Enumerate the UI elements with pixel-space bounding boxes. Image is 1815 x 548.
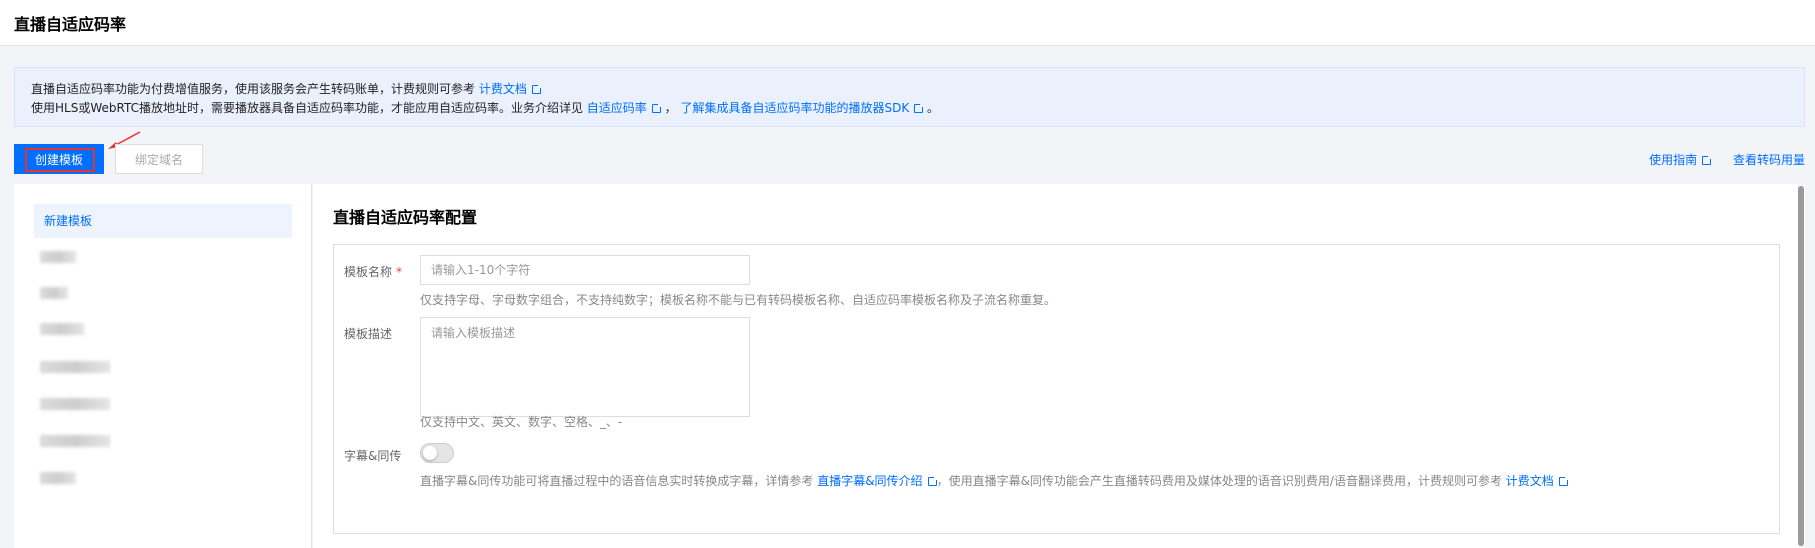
template-item-new[interactable]: 新建模板 (34, 204, 292, 238)
external-link-icon (651, 102, 663, 113)
desc-label: 模板描述 (344, 327, 393, 341)
name-hint: 仅支持字母、字母数字组合，不支持纯数字；模板名称不能与已有转码模板名称、自适应码… (420, 293, 1057, 307)
subtitle-intro-link[interactable]: 直播字幕&同传介绍 (817, 474, 939, 488)
banner-line-2: 使用HLS或WebRTC播放地址时，需要播放器具备自适应码率功能，才能应用自适应… (31, 101, 940, 115)
external-link-icon (531, 83, 543, 94)
template-item-blurred[interactable] (40, 472, 76, 484)
highlight-box (25, 148, 95, 172)
subtitle-hint: 直播字幕&同传功能可将直播过程中的语音信息实时转换成字幕，详情参考 直播字幕&同… (420, 472, 1570, 489)
top-bar: 直播自适应码率 (0, 0, 1815, 46)
template-item-blurred[interactable] (40, 287, 68, 299)
create-template-button[interactable]: 创建模板 (14, 144, 104, 174)
template-item-blurred[interactable] (40, 398, 110, 410)
subtitle-toggle[interactable] (420, 443, 454, 463)
usage-guide-link[interactable]: 使用指南 (1649, 153, 1714, 167)
bind-domain-button[interactable]: 绑定域名 (115, 144, 203, 174)
billing-doc-link[interactable]: 计费文档 (479, 82, 543, 96)
template-item-blurred[interactable] (40, 361, 110, 373)
page-title: 直播自适应码率 (14, 15, 127, 34)
template-item-blurred[interactable] (40, 435, 110, 447)
banner-text-1: 直播自适应码率功能为付费增值服务，使用该服务会产生转码账单，计费规则可参考 (31, 82, 476, 96)
banner-text-2: 使用HLS或WebRTC播放地址时，需要播放器具备自适应码率功能，才能应用自适应… (31, 101, 583, 115)
toolbar: 创建模板 绑定域名 使用指南 查看转码用量 (14, 131, 1805, 174)
adaptive-bitrate-link[interactable]: 自适应码率 (587, 101, 663, 115)
template-item-blurred[interactable] (40, 251, 76, 263)
template-item-blurred[interactable] (40, 323, 84, 335)
player-sdk-link[interactable]: 了解集成具备自适应码率功能的播放器SDK (680, 101, 926, 115)
config-heading: 直播自适应码率配置 (333, 208, 478, 227)
external-link-icon (927, 475, 939, 486)
external-link-icon (914, 102, 926, 113)
config-panel: 直播自适应码率配置 模板名称* 仅支持字母、字母数字组合，不支持纯数字；模板名称… (313, 184, 1805, 548)
external-link-icon (1702, 154, 1714, 165)
name-label: 模板名称 * (344, 265, 403, 279)
subtitle-billing-link[interactable]: 计费文档 (1506, 474, 1570, 488)
template-name-input[interactable] (420, 255, 750, 285)
template-list: 新建模板 (14, 184, 312, 548)
desc-hint: 仅支持中文、英文、数字、空格、_、- (420, 415, 623, 429)
transcode-usage-link[interactable]: 查看转码用量 (1733, 153, 1805, 167)
template-desc-input[interactable] (420, 317, 750, 417)
external-link-icon (1558, 475, 1570, 486)
scrollbar[interactable] (1798, 184, 1804, 548)
info-banner: 直播自适应码率功能为付费增值服务，使用该服务会产生转码账单，计费规则可参考 计费… (14, 67, 1805, 127)
scrollbar-thumb[interactable] (1798, 186, 1804, 546)
subtitle-label: 字幕&同传 (344, 449, 402, 463)
banner-line-1: 直播自适应码率功能为付费增值服务，使用该服务会产生转码账单，计费规则可参考 计费… (31, 80, 1788, 99)
toolbar-links: 使用指南 查看转码用量 (1631, 151, 1805, 168)
config-form: 模板名称* 仅支持字母、字母数字组合，不支持纯数字；模板名称不能与已有转码模板名… (333, 244, 1780, 534)
